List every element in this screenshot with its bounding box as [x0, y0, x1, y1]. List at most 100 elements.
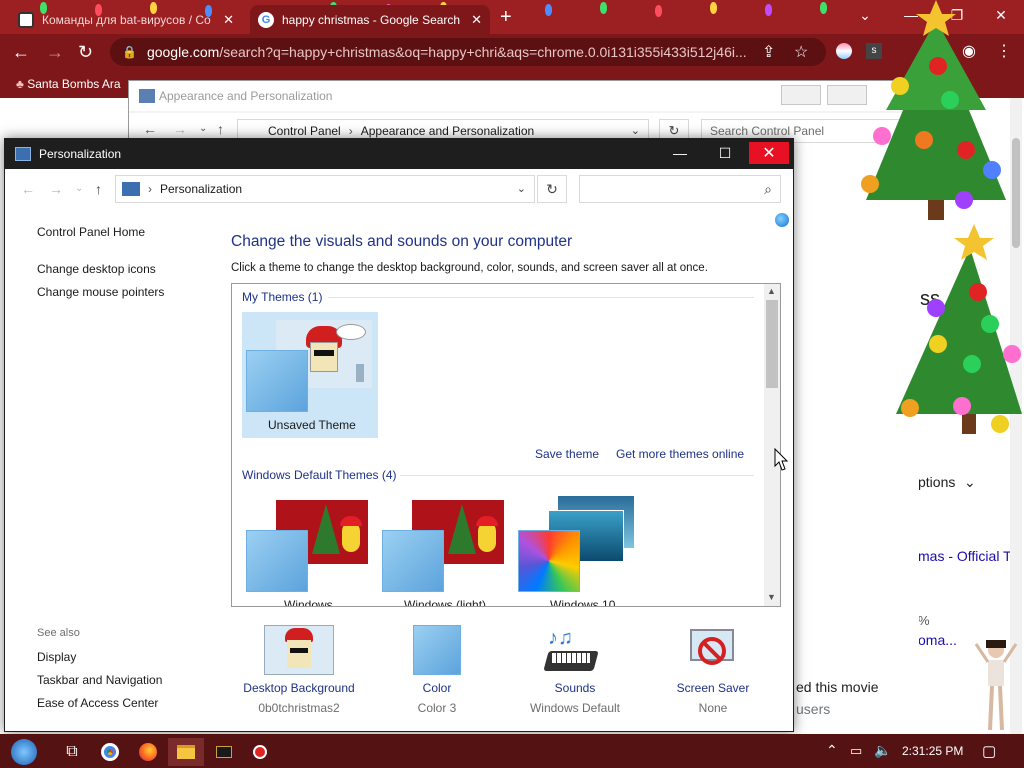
- chevron-down-icon[interactable]: ⌄: [631, 124, 640, 137]
- app-icon[interactable]: [206, 738, 242, 766]
- theme-windows-light[interactable]: Windows (light): [378, 496, 508, 606]
- new-tab-button[interactable]: +: [500, 6, 512, 29]
- minimize-button[interactable]: [781, 85, 821, 105]
- bottom-item-title[interactable]: Screen Saver: [643, 681, 783, 695]
- forward-icon[interactable]: →: [173, 121, 187, 137]
- christmas-tree-decoration: [861, 0, 1006, 220]
- breadcrumb-item[interactable]: Appearance and Personalization: [361, 124, 534, 138]
- theme-windows-10[interactable]: Windows 10: [514, 496, 644, 606]
- color-item[interactable]: Color Color 3: [367, 625, 507, 715]
- window-titlebar: Personalization — ☐ ✕: [5, 139, 793, 169]
- tab-title: happy christmas - Google Search: [282, 12, 461, 27]
- close-icon[interactable]: ✕: [471, 12, 482, 28]
- up-arrow-icon[interactable]: ↑: [217, 121, 224, 137]
- desktop-background-thumbnail: [264, 625, 334, 675]
- chrome-icon[interactable]: [92, 738, 128, 766]
- breadcrumb-item[interactable]: Control Panel: [268, 124, 341, 138]
- bookmark-item[interactable]: ♣ Santa Bombs Ara: [16, 77, 121, 91]
- search-input[interactable]: ⌕: [579, 175, 781, 203]
- volume-icon[interactable]: 🔈: [874, 742, 891, 759]
- forward-icon[interactable]: →: [46, 42, 64, 63]
- maximize-button[interactable]: ☐: [705, 142, 745, 164]
- ease-of-access-link[interactable]: Ease of Access Center: [37, 696, 158, 710]
- scroll-up-icon[interactable]: ▲: [767, 286, 776, 296]
- minimize-button[interactable]: —: [660, 142, 700, 164]
- back-icon[interactable]: ←: [21, 181, 35, 197]
- scrollbar-thumb[interactable]: [766, 300, 778, 388]
- taskbar-navigation-link[interactable]: Taskbar and Navigation: [37, 673, 162, 687]
- color-swatch-icon: [413, 625, 461, 675]
- result-link-fragment[interactable]: oma...: [918, 632, 957, 648]
- desktop-background-item[interactable]: Desktop Background 0b0tchristmas2: [229, 625, 369, 715]
- network-icon[interactable]: ▭: [850, 743, 862, 759]
- reload-icon[interactable]: ↻: [78, 42, 93, 63]
- chevron-down-icon[interactable]: ⌄: [199, 123, 207, 134]
- bookmark-star-icon[interactable]: ☆: [794, 42, 808, 62]
- start-button[interactable]: [4, 738, 44, 766]
- sounds-item[interactable]: ♪♫ Sounds Windows Default: [505, 625, 645, 715]
- change-desktop-icons-link[interactable]: Change desktop icons: [37, 262, 156, 276]
- window-titlebar: Appearance and Personalization: [129, 81, 917, 111]
- address-bar[interactable]: 🔒 google.com /search?q=happy+christmas&o…: [110, 38, 826, 66]
- my-themes-heading: My Themes (1): [242, 290, 323, 304]
- bottom-item-value: Color 3: [417, 701, 457, 715]
- get-more-themes-link[interactable]: Get more themes online: [616, 447, 744, 461]
- browser-tab-2[interactable]: G happy christmas - Google Search ✕: [250, 5, 490, 34]
- window-title: Personalization: [39, 147, 122, 161]
- bottom-item-title[interactable]: Color: [367, 681, 507, 695]
- result-fragment: users: [796, 701, 831, 717]
- app-icon[interactable]: [242, 738, 278, 766]
- control-panel-home-link[interactable]: Control Panel Home: [37, 225, 145, 239]
- sounds-piano-icon: ♪♫: [540, 625, 610, 675]
- firefox-icon[interactable]: [130, 738, 166, 766]
- bottom-item-value: Windows Default: [529, 701, 621, 715]
- notifications-icon[interactable]: ▢: [982, 742, 996, 760]
- personalization-window[interactable]: Personalization — ☐ ✕ ← → ⌄ ↑ › Personal…: [4, 138, 794, 732]
- page-description: Click a theme to change the desktop back…: [231, 262, 708, 274]
- task-view-icon[interactable]: ⧉: [54, 738, 90, 766]
- bottom-item-title[interactable]: Sounds: [505, 681, 645, 695]
- breadcrumb[interactable]: › Personalization ⌄: [115, 175, 535, 203]
- screen-saver-none-icon: [678, 625, 748, 675]
- close-icon[interactable]: ✕: [223, 12, 234, 28]
- system-clock[interactable]: 2:31:25 PM: [902, 744, 963, 758]
- display-link[interactable]: Display: [37, 650, 76, 664]
- windows-logo-icon: [11, 739, 37, 765]
- browser-tab-1[interactable]: Команды для bat-вирусов / Со ✕: [10, 5, 242, 34]
- chevron-down-icon[interactable]: ⌄: [517, 182, 526, 195]
- tools-options-fragment[interactable]: ptions: [918, 474, 955, 490]
- address-row: ← → ⌄ ↑ › Personalization ⌄ ↻ ⌕: [5, 169, 793, 209]
- file-explorer-icon[interactable]: [168, 738, 204, 766]
- bottom-item-title[interactable]: Desktop Background: [229, 681, 369, 695]
- theme-unsaved[interactable]: Unsaved Theme: [242, 312, 378, 438]
- show-hidden-icons-chevron-icon[interactable]: ⌃: [826, 742, 838, 759]
- theme-windows[interactable]: Windows: [242, 496, 372, 606]
- help-icon[interactable]: [775, 213, 789, 227]
- back-icon[interactable]: ←: [12, 42, 30, 63]
- change-mouse-pointers-link[interactable]: Change mouse pointers: [37, 285, 164, 299]
- color-swatch: [246, 350, 308, 412]
- color-swatch: [382, 530, 444, 592]
- google-icon: G: [258, 11, 274, 28]
- result-link-fragment[interactable]: mas - Official T: [918, 548, 1012, 564]
- breadcrumb-item[interactable]: Personalization: [160, 182, 242, 196]
- close-button[interactable]: ✕: [749, 142, 789, 164]
- theme-list: My Themes (1) Unsaved Theme Save theme G…: [231, 283, 781, 607]
- save-theme-link[interactable]: Save theme: [535, 447, 599, 461]
- bottom-item-value: 0b0tchristmas2: [258, 701, 340, 715]
- dancer-figure-decoration: [974, 640, 1018, 731]
- theme-label: Windows 10: [550, 598, 616, 607]
- theme-list-scrollbar[interactable]: ▲ ▼: [764, 284, 780, 606]
- chevron-down-icon[interactable]: ⌄: [964, 474, 976, 491]
- personalization-icon: [15, 147, 31, 161]
- screen-saver-item[interactable]: Screen Saver None: [643, 625, 783, 715]
- taskbar: ⧉ ⌃ ▭ 🔈 2:31:25 PM ▢: [0, 734, 1024, 768]
- forward-icon[interactable]: →: [49, 181, 63, 197]
- chevron-down-icon[interactable]: ⌄: [75, 183, 83, 194]
- scroll-down-icon[interactable]: ▼: [767, 592, 776, 602]
- refresh-icon[interactable]: ↻: [537, 175, 567, 203]
- up-arrow-icon[interactable]: ↑: [95, 181, 102, 197]
- theme-label: Windows: [284, 598, 333, 607]
- share-icon[interactable]: ⇪: [762, 42, 775, 62]
- back-icon[interactable]: ←: [143, 121, 157, 137]
